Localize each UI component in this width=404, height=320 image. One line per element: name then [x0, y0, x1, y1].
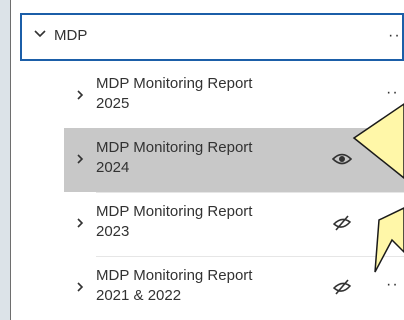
eye-slash-icon[interactable]: [332, 279, 352, 295]
row-divider: [96, 256, 404, 257]
tree-row-label: MDP Monitoring Report 2025: [96, 75, 253, 112]
row-divider: [96, 192, 404, 193]
more-options-button[interactable]: ··: [386, 148, 399, 166]
tree-row-report-2023[interactable]: MDP Monitoring Report 2023 ··: [64, 192, 404, 256]
more-options-button[interactable]: ··: [386, 276, 399, 294]
chevron-right-icon[interactable]: [74, 280, 86, 294]
tree-row-report-2021-2022[interactable]: MDP Monitoring Report 2021 & 2022 ··: [64, 256, 404, 320]
eye-slash-icon[interactable]: [332, 215, 352, 231]
tree-row-label: MDP: [54, 27, 88, 44]
more-options-button[interactable]: ··: [388, 27, 401, 45]
more-options-button[interactable]: ··: [386, 212, 399, 230]
chevron-right-icon[interactable]: [74, 216, 86, 230]
tree-row-label: MDP Monitoring Report 2021 & 2022: [96, 267, 253, 304]
chevron-right-icon[interactable]: [74, 152, 86, 166]
chevron-right-icon[interactable]: [74, 88, 86, 102]
tree-row-label: MDP Monitoring Report 2024: [96, 139, 253, 176]
tree-row-report-2025[interactable]: MDP Monitoring Report 2025 ··: [64, 64, 404, 128]
tree-row-label: MDP Monitoring Report 2023: [96, 203, 253, 240]
more-options-button[interactable]: ··: [386, 84, 399, 102]
eye-icon[interactable]: [332, 151, 352, 167]
tree-row-report-2024[interactable]: MDP Monitoring Report 2024 ··: [64, 128, 404, 192]
chevron-down-icon[interactable]: [33, 27, 47, 41]
tree-row-mdp[interactable]: MDP ··: [20, 13, 404, 61]
